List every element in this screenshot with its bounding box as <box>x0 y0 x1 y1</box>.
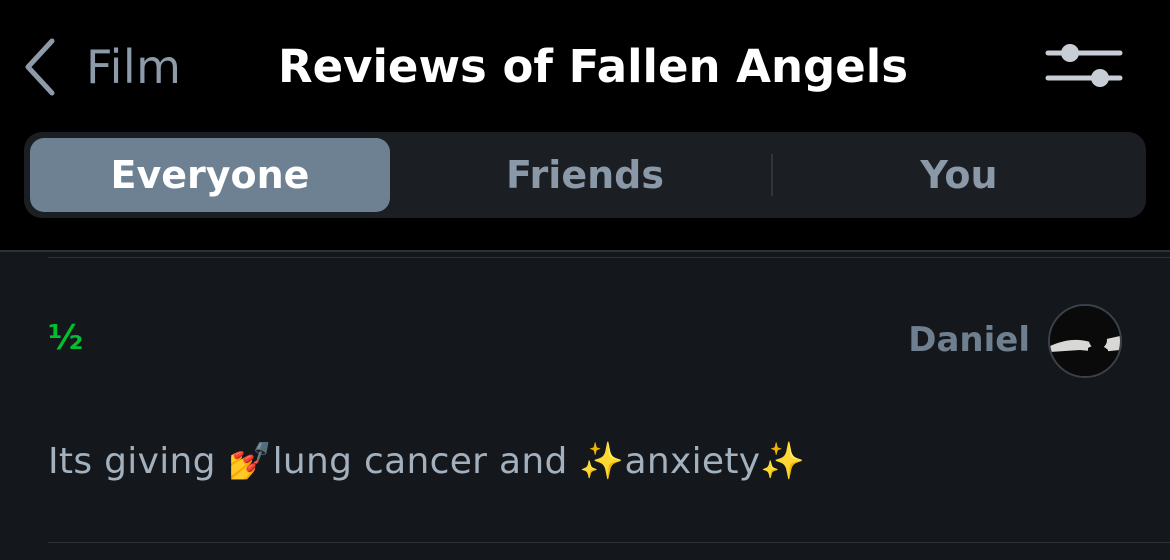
tab-friends[interactable]: Friends <box>404 138 766 212</box>
page-title: Reviews of Fallen Angels <box>278 40 908 93</box>
navigation-bar: Film Reviews of Fallen Angels Everyone F… <box>0 0 1170 250</box>
chevron-left-icon <box>25 38 55 96</box>
tab-everyone[interactable]: Everyone <box>30 138 390 212</box>
tab-divider <box>771 154 773 196</box>
back-label: Film <box>86 40 182 94</box>
review-author[interactable]: Daniel <box>908 320 1030 360</box>
review-text[interactable]: Its giving 💅lung cancer and ✨anxiety✨ <box>48 440 805 482</box>
sliders-icon <box>1045 44 1123 87</box>
avatar[interactable] <box>1048 304 1122 378</box>
avatar-image <box>1050 306 1120 376</box>
review-filter-tabs: Everyone Friends You <box>24 132 1146 218</box>
row-divider-top <box>48 257 1170 258</box>
filter-button[interactable] <box>1044 38 1124 94</box>
review-rating: ½ <box>48 318 84 358</box>
tab-you[interactable]: You <box>776 138 1142 212</box>
header-divider <box>0 250 1170 252</box>
back-button[interactable]: Film <box>22 34 181 100</box>
row-divider-bottom <box>48 542 1170 543</box>
